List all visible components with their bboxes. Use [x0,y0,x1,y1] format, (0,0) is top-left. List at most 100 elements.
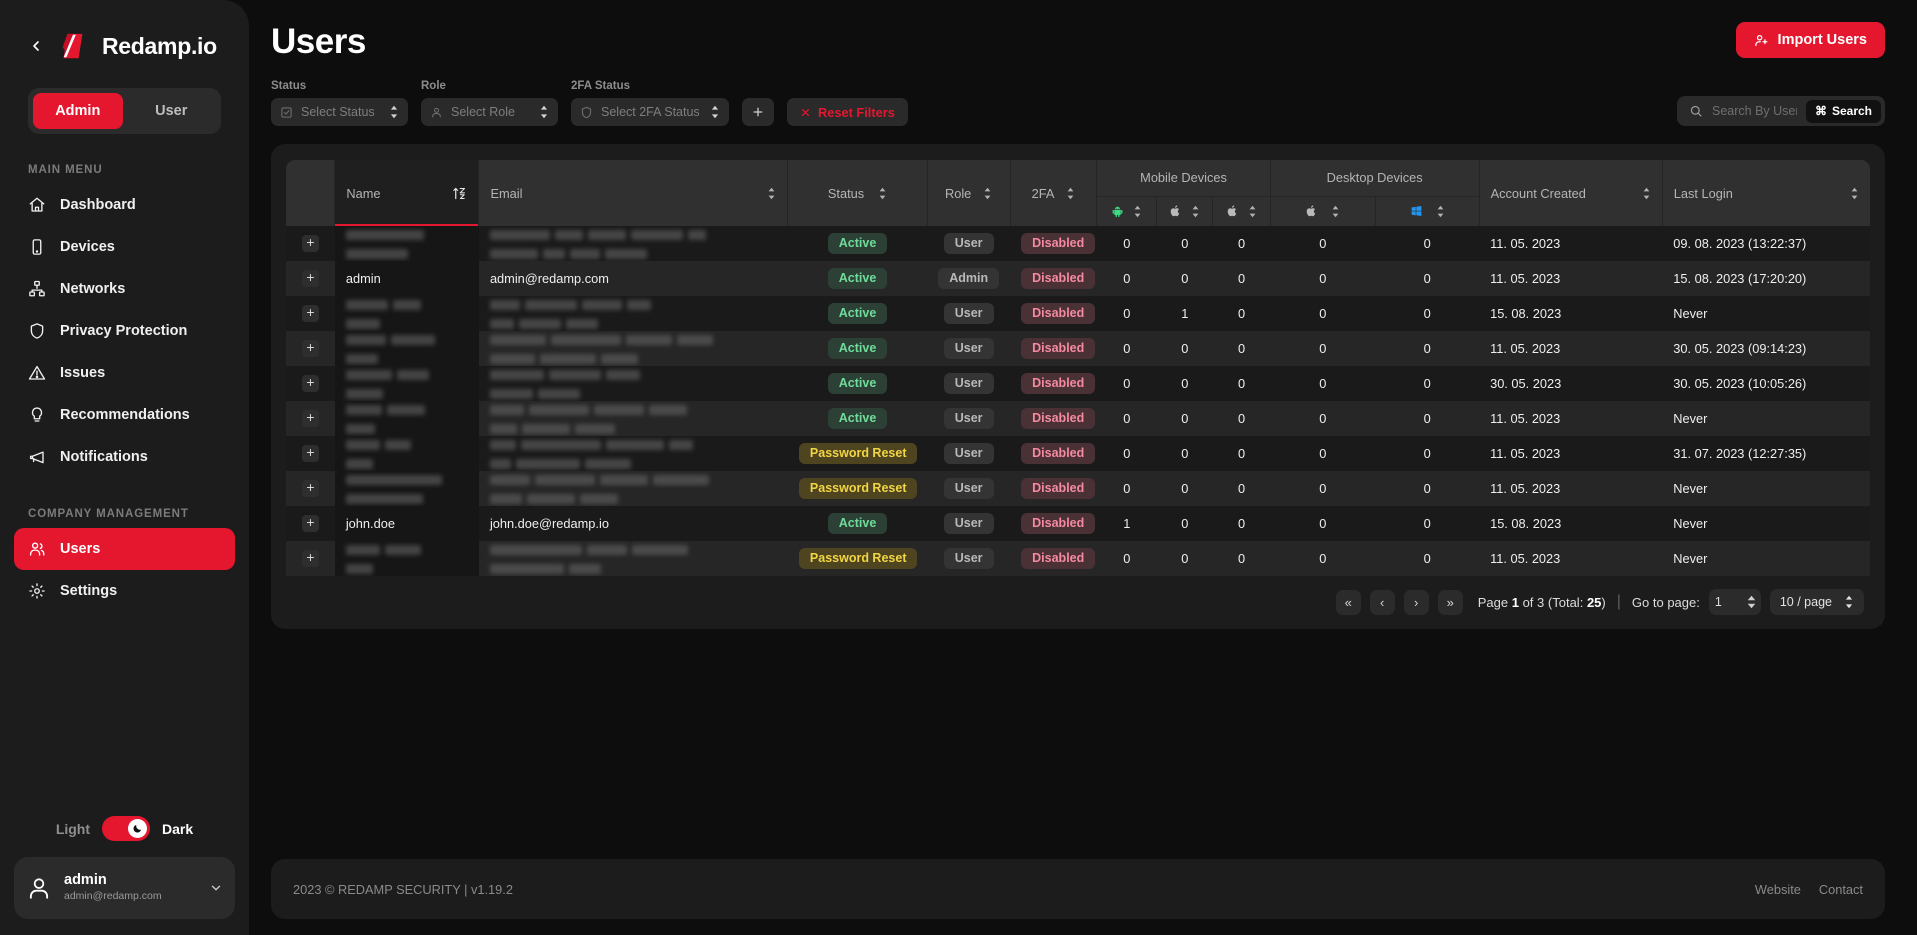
add-filter-button[interactable] [742,98,774,126]
row-name [334,541,479,576]
users-table: Name Email Status Role 2FA Mobile Device… [286,160,1870,576]
expand-row-button[interactable]: + [301,375,319,392]
sidebar-item-devices[interactable]: Devices [14,226,235,268]
table-row[interactable]: + admin admin@redamp.com Active Admin Disable… [286,261,1870,296]
row-windows-count: 0 [1423,481,1431,496]
page-prefix: Page [1477,594,1509,610]
gear-icon [29,583,45,599]
expand-row-button[interactable]: + [301,270,319,287]
filter-role: Role Select Role [421,80,558,126]
expand-row-button[interactable]: + [301,445,319,462]
goto-page-input[interactable] [1714,595,1743,609]
th-macos[interactable] [1270,195,1376,226]
table-row[interactable]: + Active User Disabled 0 0 0 0 0 11. 05. 2023 09. … [286,226,1870,261]
table-row[interactable]: + Password Reset User Disabled 0 0 0 0 0 11. 05. … [286,436,1870,471]
filter-2fa-select[interactable]: Select 2FA Status [571,98,729,126]
role-toggle-user[interactable]: User [127,93,217,129]
th-2fa[interactable]: 2FA [1010,160,1098,226]
sidebar-item-dashboard[interactable]: Dashboard [14,184,235,226]
page-last-button[interactable]: » [1437,589,1463,615]
sidebar-item-users[interactable]: Users [14,528,235,570]
twofa-badge: Disabled [1021,337,1096,360]
redacted-value [345,227,468,261]
sidebar-item-privacy-protection[interactable]: Privacy Protection [14,310,235,352]
row-last-login: Never [1673,306,1708,321]
search-input[interactable] [1712,104,1797,118]
filter-role-select[interactable]: Select Role [421,98,558,126]
row-ios-count: 0 [1181,481,1189,496]
expand-row-button[interactable]: + [301,550,319,567]
expand-row-button[interactable]: + [301,515,319,532]
status-badge: Active [827,407,888,430]
table-row[interactable]: + john.doe john.doe@redamp.io Active User Dis… [286,506,1870,541]
search-button[interactable]: ⌘ Search [1805,99,1881,123]
sidebar-item-settings[interactable]: Settings [14,570,235,612]
filter-2fa-label: 2FA Status [571,80,631,92]
role-badge: User [943,302,994,325]
page-size-select[interactable]: 10 / page [1769,589,1864,615]
row-status: Active [788,261,927,296]
th-account-created[interactable]: Account Created [1479,160,1663,226]
status-badge: Active [827,372,888,395]
th-status[interactable]: Status [787,160,928,226]
row-account-created: 15. 08. 2023 [1490,516,1562,531]
import-users-label: Import Users [1777,32,1867,48]
plus-icon [753,107,763,117]
role-toggle: Admin User [28,88,221,134]
twofa-badge: Disabled [1021,302,1096,325]
table-row[interactable]: + Active User Disabled 0 1 0 0 0 15. 08. 2023 Neve… [286,296,1870,331]
users-icon [29,542,45,556]
th-ios[interactable] [1156,195,1214,226]
sidebar-item-issues[interactable]: Issues [14,352,235,394]
stepper-arrows[interactable] [1747,595,1756,609]
table-row[interactable]: + Active User Disabled 0 0 0 0 0 30. 05. 2023 30. … [286,366,1870,401]
theme-light-label: Light [55,820,91,837]
th-email-label: Email [490,185,523,201]
reset-filters-button[interactable]: Reset Filters [787,98,908,126]
row-ipad-count: 0 [1237,481,1246,496]
th-android[interactable] [1096,195,1158,226]
sidebar-item-networks[interactable]: Networks [14,268,235,310]
footer-website-link[interactable]: Website [1755,882,1801,897]
filter-status: Status Select Status [271,80,408,126]
table-row[interactable]: + Password Reset User Disabled 0 0 0 0 0 11. 05. … [286,471,1870,506]
filter-role-label: Role [421,80,446,92]
footer-contact-link[interactable]: Contact [1819,882,1863,897]
table-row[interactable]: + Password Reset User Disabled 0 0 0 0 0 11. 05. … [286,541,1870,576]
th-role[interactable]: Role [927,160,1011,226]
row-2fa: Disabled [1010,366,1097,401]
row-2fa: Disabled [1010,296,1097,331]
expand-row-button[interactable]: + [301,340,319,357]
table-row[interactable]: + Active User Disabled 0 0 0 0 0 11. 05. 2023 30. … [286,331,1870,366]
import-users-button[interactable]: Import Users [1735,22,1885,58]
th-windows[interactable] [1375,195,1480,226]
account-card[interactable]: admin admin@redamp.com [14,857,235,919]
th-email[interactable]: Email [478,160,789,226]
theme-toggle-switch[interactable] [102,816,151,841]
th-ipad[interactable] [1212,195,1271,226]
table-row[interactable]: + Active User Disabled 0 0 0 0 0 11. 05. 2023 Neve… [286,401,1870,436]
sidebar-item-recommendations[interactable]: Recommendations [14,394,235,436]
row-android-count: 0 [1123,481,1131,496]
row-macos-count: 0 [1319,551,1327,566]
row-account-created: 11. 05. 2023 [1490,446,1561,461]
th-name[interactable]: Name [334,160,480,226]
role-toggle-admin[interactable]: Admin [33,93,123,129]
expand-row-button[interactable]: + [301,480,319,497]
account-name: admin [64,871,107,888]
expand-row-button[interactable]: + [301,235,319,252]
page-next-button[interactable]: › [1403,589,1429,615]
role-badge: User [943,442,994,465]
th-mobile-devices-label: Mobile Devices [1140,170,1227,186]
chevron-left-icon[interactable] [28,38,44,54]
expand-row-button[interactable]: + [301,410,319,427]
account-email: admin@redamp.com [64,890,162,903]
th-last-login[interactable]: Last Login [1662,160,1870,226]
footer-copyright: 2023 © REDAMP SECURITY | v1.19.2 [293,881,513,897]
page-first-button[interactable]: « [1335,589,1361,615]
redamp-logo-icon [62,33,83,59]
page-prev-button[interactable]: ‹ [1369,589,1395,615]
expand-row-button[interactable]: + [301,305,319,322]
sidebar-item-notifications[interactable]: Notifications [14,436,235,478]
filter-status-select[interactable]: Select Status [271,98,408,126]
